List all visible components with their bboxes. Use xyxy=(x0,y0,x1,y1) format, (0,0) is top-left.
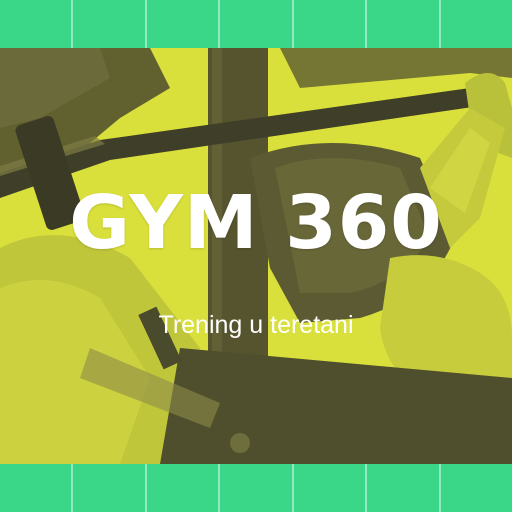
top-tile-banner xyxy=(0,0,512,48)
app-frame: GYM 360 Trening u teretani xyxy=(0,0,512,512)
bottom-tile xyxy=(294,464,368,512)
top-tile xyxy=(441,0,512,48)
bottom-tile xyxy=(0,464,74,512)
top-tile xyxy=(367,0,441,48)
top-tile xyxy=(147,0,221,48)
bottom-tile xyxy=(73,464,147,512)
bottom-tile xyxy=(220,464,294,512)
top-tile xyxy=(294,0,368,48)
hero-title: GYM 360 xyxy=(69,180,443,266)
bottom-tile xyxy=(367,464,441,512)
bottom-tile xyxy=(147,464,221,512)
bottom-tile xyxy=(441,464,512,512)
top-tile xyxy=(73,0,147,48)
bottom-tile-banner xyxy=(0,464,512,512)
hero-subtitle: Trening u teretani xyxy=(158,311,354,339)
top-tile xyxy=(0,0,74,48)
top-tile xyxy=(220,0,294,48)
